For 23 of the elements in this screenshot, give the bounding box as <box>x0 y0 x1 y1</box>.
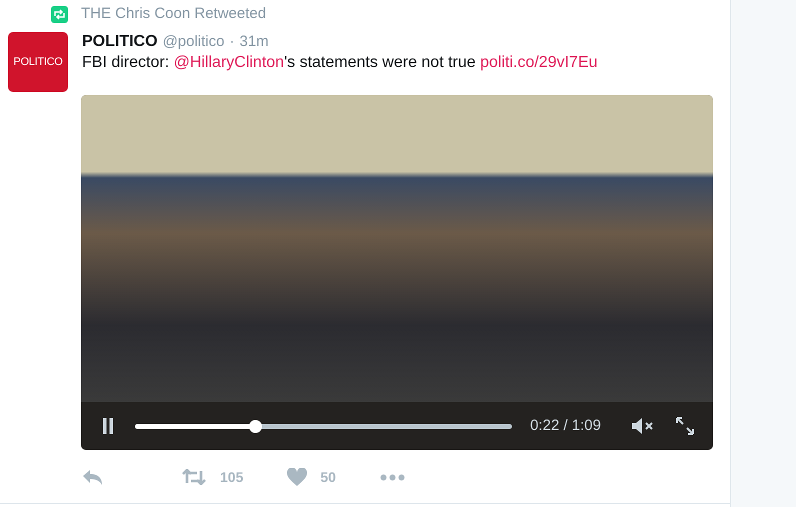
tweet-text: FBI director: @HillaryClinton's statements were not true politi.co/29vI7Eu <box>82 53 598 73</box>
progress-thumb[interactable] <box>249 420 262 432</box>
retweet-icon <box>51 6 68 22</box>
author-handle[interactable]: @politico <box>162 32 224 52</box>
avatar[interactable]: POLITICO <box>8 32 68 92</box>
unmute-button[interactable] <box>631 417 655 435</box>
muted-speaker-icon <box>631 417 655 435</box>
fullscreen-button[interactable] <box>675 416 695 436</box>
video-frame[interactable] <box>81 95 713 402</box>
expand-icon <box>675 416 695 436</box>
video-time: 0:22 / 1:09 <box>530 416 601 436</box>
retweet-note: THE Chris Coon Retweeted <box>81 4 266 24</box>
pause-icon <box>102 418 114 434</box>
heart-icon <box>287 468 308 486</box>
separator: · <box>229 32 234 52</box>
reply-icon <box>82 468 104 486</box>
retweet-arrows-icon <box>182 469 206 485</box>
more-icon <box>380 474 405 480</box>
tweet-time[interactable]: 31m <box>239 32 269 52</box>
author-name[interactable]: POLITICO <box>82 32 158 52</box>
avatar-logo-text: POLITICO <box>13 54 63 70</box>
url-link[interactable]: politi.co/29vI7Eu <box>480 54 598 71</box>
mention-link[interactable]: @HillaryClinton <box>174 54 284 71</box>
